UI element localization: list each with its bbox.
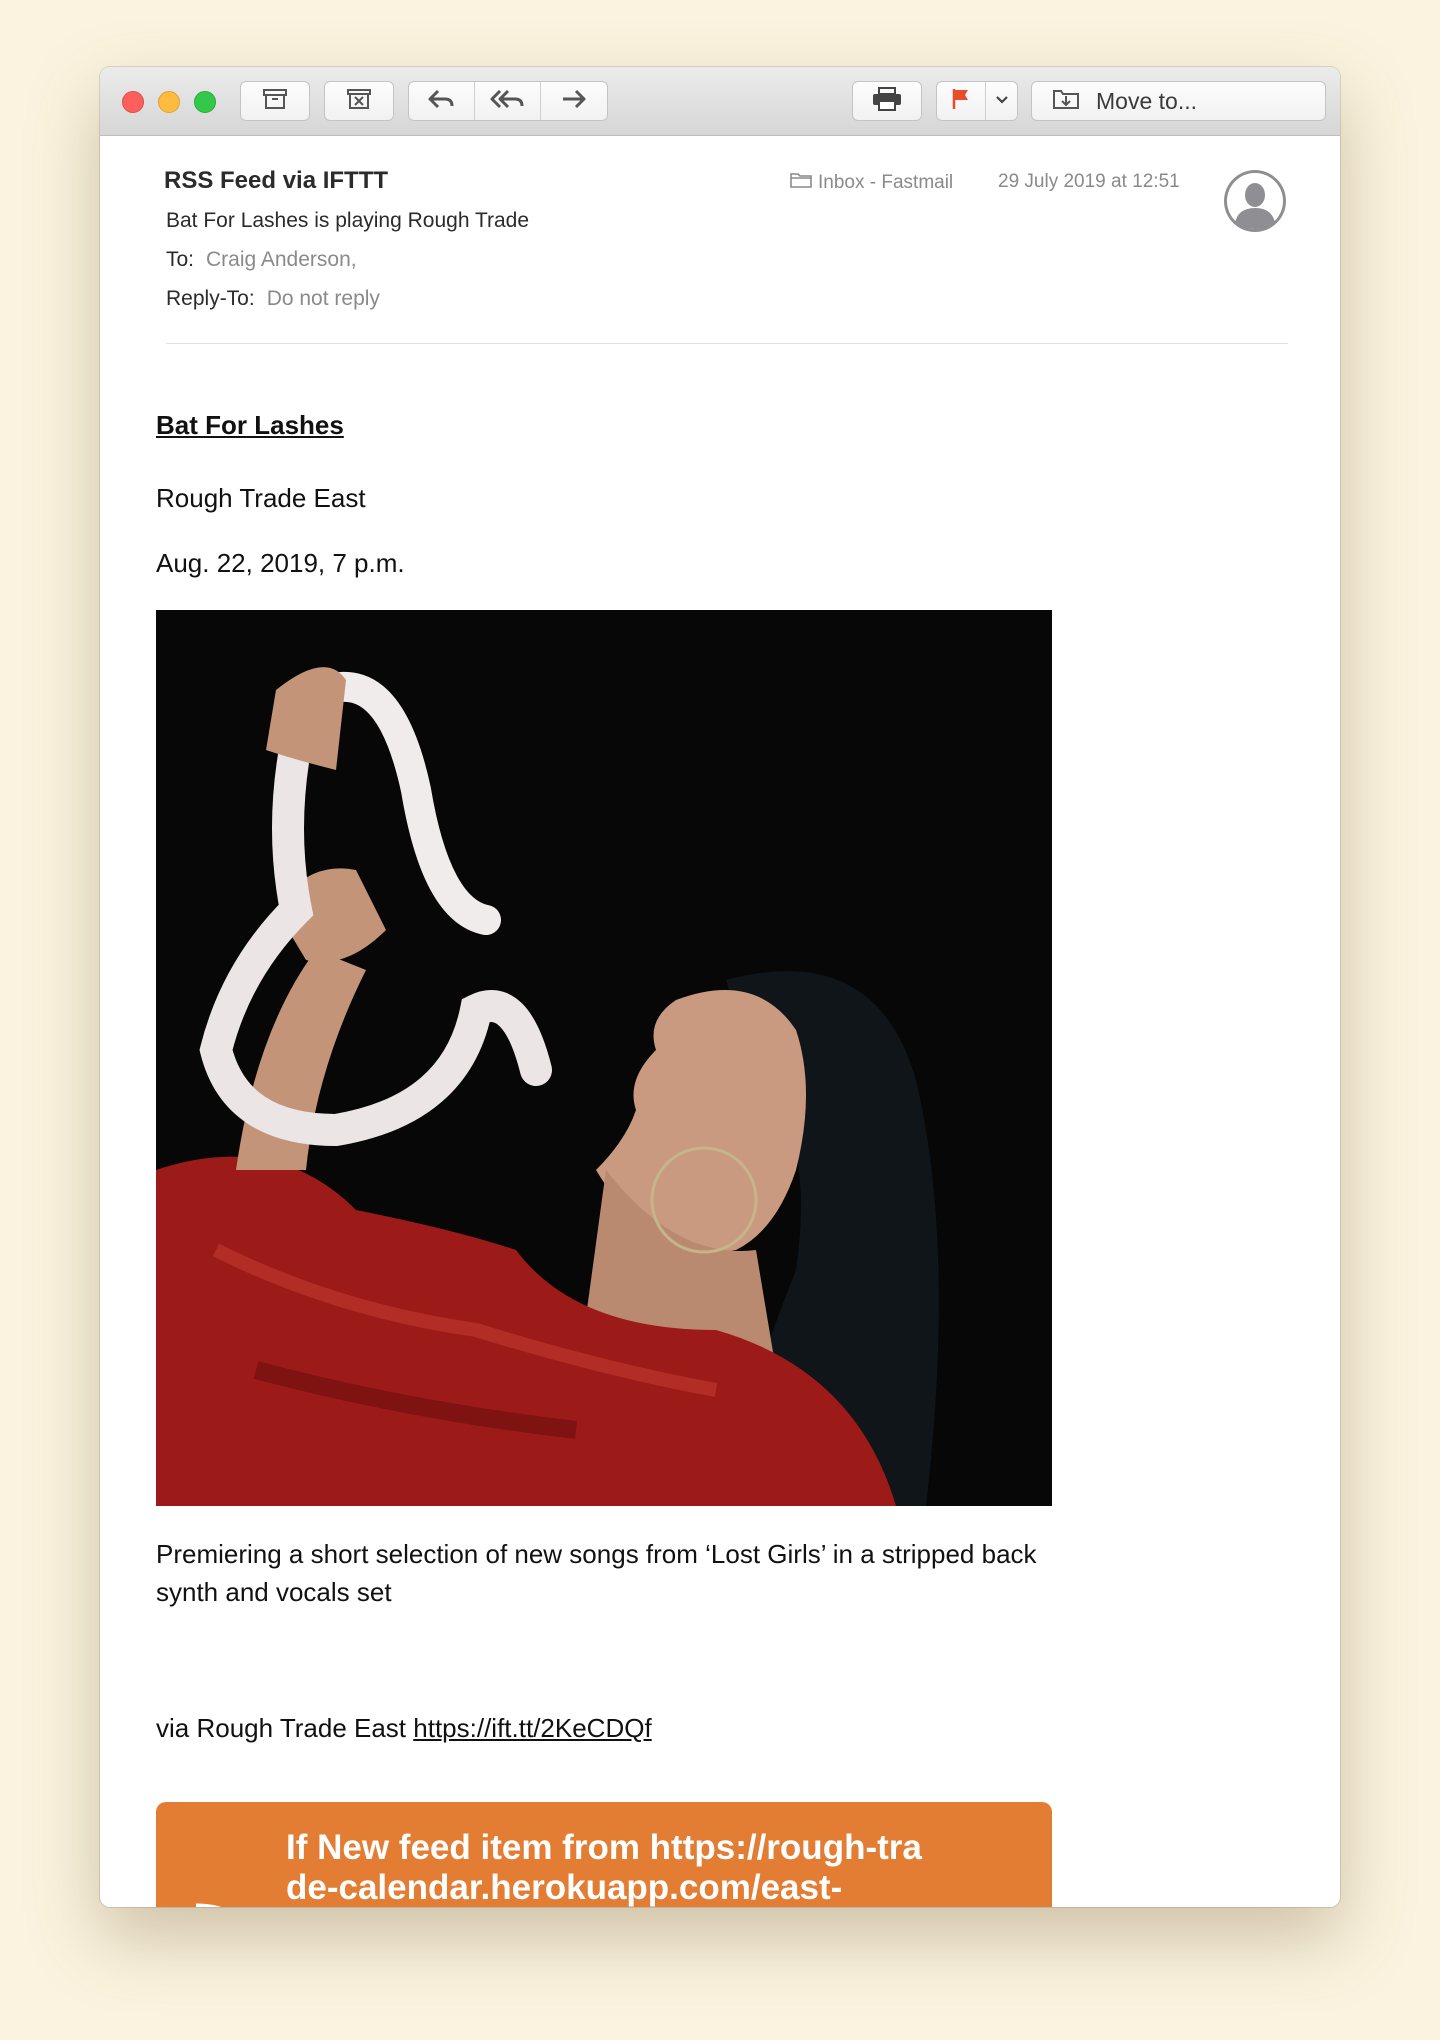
to-label: To: xyxy=(166,248,195,271)
reply-button[interactable] xyxy=(409,82,475,120)
trash-icon xyxy=(346,87,372,116)
to-recipient[interactable]: Craig Anderson, xyxy=(206,248,357,271)
event-date: Aug. 22, 2019, 7 p.m. xyxy=(156,548,405,578)
archive-button[interactable] xyxy=(240,81,310,121)
reply-all-icon xyxy=(490,87,526,116)
received-date: 29 July 2019 at 12:51 xyxy=(998,171,1180,192)
flag-icon xyxy=(951,87,971,116)
artist-link[interactable]: Bat For Lashes xyxy=(156,410,344,441)
minimize-window-button[interactable] xyxy=(158,91,180,113)
feed-link[interactable]: https://ift.tt/2KeCDQf xyxy=(413,1713,651,1743)
reply-to-value[interactable]: Do not reply xyxy=(267,287,380,310)
forward-button[interactable] xyxy=(541,82,607,120)
print-icon xyxy=(871,86,903,117)
subject: Bat For Lashes is playing Rough Trade xyxy=(166,209,530,232)
reply-icon xyxy=(427,87,455,116)
print-button[interactable] xyxy=(852,81,922,121)
delete-button[interactable] xyxy=(324,81,394,121)
event-description: Premiering a short selection of new song… xyxy=(156,1539,1037,1607)
move-to-button[interactable]: Move to... xyxy=(1031,81,1326,121)
ifttt-applet-banner[interactable]: If New feed item from https://rough-trad… xyxy=(156,1802,1052,1907)
reply-to-row: Reply-To: Do not reply xyxy=(166,287,380,311)
move-to-label: Move to... xyxy=(1096,87,1197,114)
mailbox-name: Inbox - Fastmail xyxy=(818,172,954,193)
avatar xyxy=(1222,168,1288,234)
via-prefix: via Rough Trade East xyxy=(156,1713,414,1743)
toolbar: Move to... xyxy=(100,67,1340,136)
sender-name: RSS Feed via IFTTT xyxy=(164,167,389,194)
mailbox-location: Inbox - Fastmail xyxy=(790,171,953,195)
flag-button-group xyxy=(936,81,1018,121)
archive-icon xyxy=(262,87,288,116)
flag-menu-button[interactable] xyxy=(986,82,1017,120)
via-line: via Rough Trade East https://ift.tt/2KeC… xyxy=(156,1713,652,1744)
zoom-window-button[interactable] xyxy=(194,91,216,113)
move-to-icon xyxy=(1052,87,1080,116)
folder-icon xyxy=(790,171,812,195)
reply-button-group xyxy=(408,81,608,121)
reply-to-label: Reply-To: xyxy=(166,287,255,310)
forward-icon xyxy=(560,87,588,116)
close-window-button[interactable] xyxy=(122,91,144,113)
to-row: To: Craig Anderson, xyxy=(166,248,357,272)
chevron-down-icon xyxy=(995,92,1009,110)
mail-window: Move to... RSS Feed via IFTTT Bat For La… xyxy=(100,67,1340,1907)
flag-button[interactable] xyxy=(937,82,987,120)
header-divider xyxy=(166,343,1288,344)
banner-text: If New feed item from https://rough-trad… xyxy=(286,1828,922,1907)
venue: Rough Trade East xyxy=(156,483,366,513)
rss-icon xyxy=(190,1900,260,1907)
reply-all-button[interactable] xyxy=(475,82,542,120)
artist-photo xyxy=(156,610,1052,1506)
